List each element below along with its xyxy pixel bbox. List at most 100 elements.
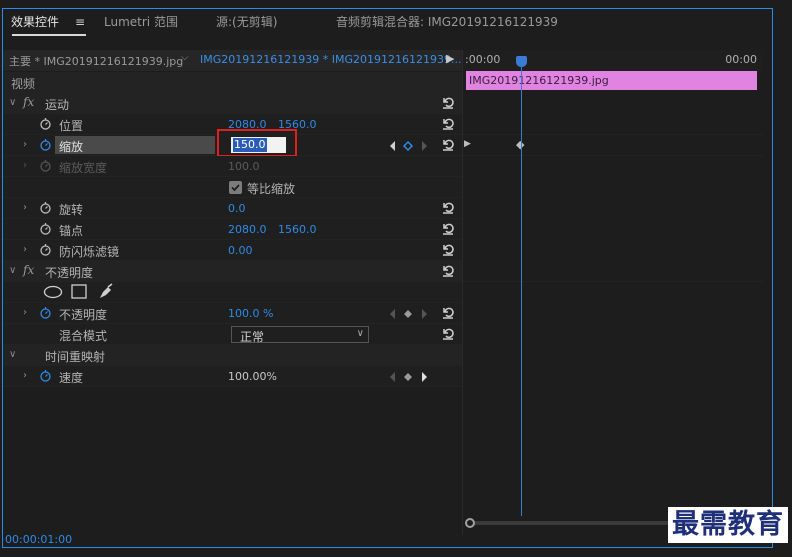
video-section-header: 视频	[3, 72, 462, 93]
uniform-scale-label[interactable]: 等比缩放	[247, 180, 295, 197]
chevron-down-icon[interactable]: ∨	[9, 265, 16, 276]
motion-effect-row[interactable]: ∨ fx 运动	[3, 93, 462, 114]
tab-source[interactable]: 源:(无剪辑)	[216, 14, 277, 32]
reset-icon[interactable]	[440, 115, 456, 131]
chevron-down-icon[interactable]: ∨	[9, 97, 16, 108]
reset-icon[interactable]	[440, 241, 456, 257]
video-section-label: 视频	[11, 77, 36, 91]
fx-icon[interactable]: fx	[23, 263, 34, 277]
panel-tab-bar: 效果控件 ≡ Lumetri 范围 源:(无剪辑) 音频剪辑混合器: IMG20…	[3, 9, 772, 36]
stopwatch-icon[interactable]	[39, 201, 52, 214]
anti-flicker-value[interactable]: 0.00	[228, 244, 253, 257]
chevron-down-icon[interactable]: ⌵	[181, 52, 189, 63]
ruler-end-time: 00:00	[725, 53, 757, 66]
motion-label: 运动	[45, 98, 70, 112]
scale-row: › 缩放 150.0	[3, 129, 462, 157]
time-ruler[interactable]: :00:00 00:00	[463, 50, 763, 71]
stopwatch-icon[interactable]	[39, 369, 52, 382]
keyframe-navigator[interactable]	[389, 308, 429, 320]
stopwatch-icon[interactable]	[39, 138, 52, 151]
current-timecode[interactable]: 00:00:01:00	[5, 533, 72, 546]
keyframe-navigator[interactable]	[389, 371, 429, 383]
chevron-right-icon[interactable]: ›	[23, 139, 27, 150]
tab-audio-clip-mixer[interactable]: 音频剪辑混合器: IMG20191216121939	[336, 14, 558, 32]
active-tab-indicator	[12, 34, 86, 36]
stopwatch-icon[interactable]	[39, 222, 52, 235]
tab-lumetri-scopes[interactable]: Lumetri 范围	[104, 14, 178, 32]
opacity-effect-row[interactable]: ∨ fx 不透明度	[3, 261, 462, 282]
opacity-label: 不透明度	[59, 308, 108, 322]
uniform-scale-checkbox[interactable]	[229, 181, 242, 194]
chevron-right-icon[interactable]: ›	[23, 370, 27, 381]
scale-width-row: › 缩放宽度 100.0	[3, 156, 462, 177]
panel-menu-icon[interactable]: ≡	[75, 14, 85, 32]
anti-flicker-row: › 防闪烁滤镜 0.00	[3, 240, 462, 261]
scale-width-value: 100.0	[228, 160, 260, 173]
anchor-y-value[interactable]: 1560.0	[278, 223, 317, 236]
reset-icon[interactable]	[440, 262, 456, 278]
effect-properties: 视频 ∨ fx 运动 位置 2080.0 1560.0 › 缩放 150.0 ›…	[3, 72, 462, 387]
stopwatch-icon[interactable]	[39, 306, 52, 319]
effect-timeline: :00:00 00:00 IMG20191216121939.jpg ▶ ◆	[463, 50, 763, 520]
speed-label: 速度	[59, 371, 84, 385]
time-remap-effect-row[interactable]: ∨ 时间重映射	[3, 345, 462, 366]
playhead-handle[interactable]	[516, 56, 527, 67]
reset-icon[interactable]	[440, 304, 456, 320]
chevron-right-icon[interactable]: ›	[23, 202, 27, 213]
anchor-label: 锚点	[59, 224, 84, 238]
checkmark-icon	[231, 184, 240, 192]
keyframe-start-marker-icon: ▶	[464, 139, 471, 149]
anchor-x-value[interactable]: 2080.0	[228, 223, 267, 236]
chevron-right-icon[interactable]: ›	[23, 307, 27, 318]
reset-icon[interactable]	[440, 94, 456, 110]
opacity-effect-label: 不透明度	[45, 266, 94, 280]
stopwatch-icon	[40, 160, 51, 172]
rectangle-mask-icon[interactable]	[71, 284, 87, 300]
pen-mask-icon[interactable]	[97, 283, 115, 301]
ellipse-mask-icon[interactable]	[43, 285, 63, 299]
rotation-row: › 旋转 0.0	[3, 198, 462, 219]
play-triangle-icon[interactable]: ▶	[446, 52, 454, 65]
uniform-scale-row: 等比缩放	[3, 177, 462, 198]
reset-icon[interactable]	[440, 199, 456, 215]
scale-label: 缩放	[59, 140, 84, 154]
clip-header: 主要 * IMG20191216121939.jpg ⌵ IMG20191216…	[3, 50, 462, 71]
anti-flicker-label: 防闪烁滤镜	[59, 245, 120, 259]
chevron-right-icon[interactable]: ›	[23, 244, 27, 255]
stopwatch-icon[interactable]	[39, 243, 52, 256]
timeline-clip[interactable]: IMG20191216121939.jpg	[466, 71, 757, 90]
reset-icon[interactable]	[440, 136, 456, 152]
timeline-row-line	[463, 155, 763, 156]
opacity-value[interactable]: 100.0 %	[228, 307, 273, 320]
blend-mode-label: 混合模式	[59, 329, 108, 343]
anchor-row: 锚点 2080.0 1560.0	[3, 219, 462, 240]
opacity-row: › 不透明度 100.0 %	[3, 303, 462, 324]
status-bar: 00:00:01:00	[3, 532, 772, 547]
stopwatch-icon[interactable]	[39, 117, 52, 130]
speed-row: › 速度 100.00%	[3, 366, 462, 387]
reset-icon[interactable]	[440, 220, 456, 236]
speed-value[interactable]: 100.00%	[228, 370, 277, 383]
highlight-box	[217, 129, 297, 157]
rotation-label: 旋转	[59, 203, 84, 217]
rotation-value[interactable]: 0.0	[228, 202, 246, 215]
time-remap-label: 时间重映射	[45, 350, 106, 364]
blend-mode-value: 正常	[240, 330, 265, 344]
reset-icon[interactable]	[440, 325, 456, 341]
chevron-down-icon: ∨	[356, 328, 364, 339]
blend-mode-row: 混合模式 正常 ∨	[3, 324, 462, 345]
blend-mode-dropdown[interactable]: 正常 ∨	[231, 326, 369, 344]
scale-width-label: 缩放宽度	[59, 161, 108, 175]
ruler-start-time: :00:00	[465, 53, 501, 66]
sequence-clip-label[interactable]: IMG20191216121939 * IMG20191216121939...	[200, 53, 461, 66]
timeline-row-line	[463, 134, 763, 135]
tab-effect-controls[interactable]: 效果控件	[11, 14, 59, 32]
master-clip-label[interactable]: 主要 * IMG20191216121939.jpg	[9, 53, 183, 69]
keyframe-navigator[interactable]	[389, 140, 429, 152]
mask-tools-row	[3, 282, 462, 303]
scrollbar-handle[interactable]	[465, 518, 475, 528]
chevron-down-icon[interactable]: ∨	[9, 349, 16, 360]
playhead-line	[521, 57, 522, 516]
position-label: 位置	[59, 119, 84, 133]
fx-icon[interactable]: fx	[23, 95, 34, 109]
